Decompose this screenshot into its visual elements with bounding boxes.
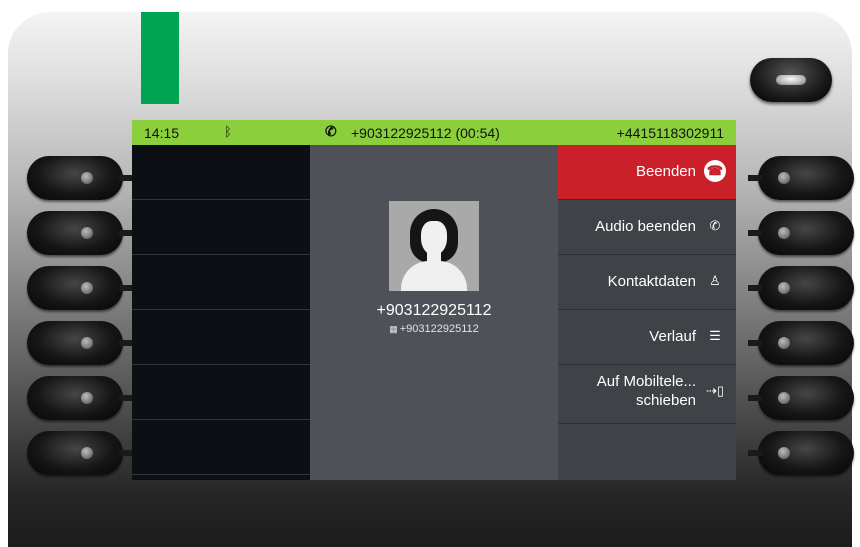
key-stem <box>119 175 133 181</box>
menu-item-label: Verlauf <box>649 328 696 345</box>
right-softkey-3[interactable] <box>748 266 854 310</box>
display-screen: 14:15 ᛒ ✆ +903122925112 (00:54) +4415118… <box>132 120 736 480</box>
status-led <box>141 12 179 104</box>
key-stem <box>119 395 133 401</box>
hangup-icon: ☎ <box>704 160 726 182</box>
menu-item-label: Beenden <box>635 163 696 180</box>
key-stem <box>119 340 133 346</box>
left-list-slot-2[interactable] <box>132 200 310 255</box>
menu-item-label: Audio beenden <box>595 218 696 235</box>
menu-item-auf-mobiltelefon-schieben[interactable]: Auf Mobiltele... schieben ⇢▯ <box>558 365 736 424</box>
key-dot-icon <box>81 227 93 239</box>
key-stem <box>748 175 762 181</box>
left-key-list <box>132 145 310 480</box>
left-list-slot-5[interactable] <box>132 365 310 420</box>
audio-off-icon: ✆ <box>709 218 721 233</box>
number-type-icon: ▦ <box>389 324 398 334</box>
home-key-light <box>776 75 806 85</box>
key-dot-icon <box>778 282 790 294</box>
person-avatar-icon <box>389 201 479 291</box>
menu-item-label-line1: Auf Mobiltele... <box>596 373 696 390</box>
key-dot-icon <box>778 172 790 184</box>
left-softkey-4[interactable] <box>27 321 133 365</box>
contact-icon: ♙ <box>709 273 721 288</box>
key-stem <box>119 450 133 456</box>
caller-sub-number-row: ▦ +903122925112 <box>310 323 558 335</box>
right-softkey-2[interactable] <box>748 211 854 255</box>
phone-call-icon: ✆ <box>325 123 337 139</box>
key-stem <box>119 285 133 291</box>
left-softkey-5[interactable] <box>27 376 133 420</box>
key-stem <box>748 285 762 291</box>
status-time: 14:15 <box>144 125 180 141</box>
key-dot-icon <box>81 392 93 404</box>
right-softkey-4[interactable] <box>748 321 854 365</box>
left-softkey-6[interactable] <box>27 431 133 475</box>
menu-item-label: Kontaktdaten <box>607 273 696 290</box>
own-phone-number: +4415118302911 <box>616 125 724 141</box>
key-stem <box>748 395 762 401</box>
menu-item-label-line2: schieben <box>635 392 696 409</box>
menu-item-empty[interactable] <box>558 424 736 480</box>
status-bar: 14:15 ᛒ ✆ +903122925112 (00:54) +4415118… <box>132 120 736 145</box>
menu-item-audio-beenden[interactable]: Audio beenden ✆ <box>558 200 736 255</box>
transfer-mobile-icon: ⇢▯ <box>705 383 725 398</box>
list-icon: ☰ <box>709 328 721 343</box>
left-softkey-3[interactable] <box>27 266 133 310</box>
menu-item-verlauf[interactable]: Verlauf ☰ <box>558 310 736 365</box>
key-dot-icon <box>81 337 93 349</box>
right-softkey-6[interactable] <box>748 431 854 475</box>
right-softkey-5[interactable] <box>748 376 854 420</box>
left-softkey-2[interactable] <box>27 211 133 255</box>
left-list-slot-4[interactable] <box>132 310 310 365</box>
key-stem <box>119 230 133 236</box>
key-stem <box>748 450 762 456</box>
caller-number: +903122925112 <box>376 302 492 319</box>
right-softkey-1[interactable] <box>748 156 854 200</box>
key-dot-icon <box>778 392 790 404</box>
bluetooth-icon: ᛒ <box>224 124 232 139</box>
caller-panel: +903122925112 ▦ +903122925112 <box>310 145 558 480</box>
home-key[interactable] <box>750 58 832 102</box>
key-dot-icon <box>81 172 93 184</box>
left-list-slot-3[interactable] <box>132 255 310 310</box>
key-dot-icon <box>81 282 93 294</box>
key-dot-icon <box>778 337 790 349</box>
key-dot-icon <box>778 447 790 459</box>
active-call-info: +903122925112 (00:54) <box>351 125 500 141</box>
key-stem <box>748 230 762 236</box>
caller-sub-number: +903122925112 <box>399 323 479 335</box>
left-list-slot-6[interactable] <box>132 420 310 475</box>
avatar-body <box>401 261 467 291</box>
menu-item-beenden[interactable]: Beenden ☎ <box>558 145 736 200</box>
key-stem <box>748 340 762 346</box>
avatar-face <box>421 221 447 255</box>
menu-item-kontaktdaten[interactable]: Kontaktdaten ♙ <box>558 255 736 310</box>
left-list-slot-1[interactable] <box>132 145 310 200</box>
key-dot-icon <box>778 227 790 239</box>
left-softkey-1[interactable] <box>27 156 133 200</box>
call-action-menu: Beenden ☎ Audio beenden ✆ Kontaktdaten ♙… <box>558 145 736 480</box>
menu-item-label: Auf Mobiltele... schieben <box>597 372 696 410</box>
key-dot-icon <box>81 447 93 459</box>
